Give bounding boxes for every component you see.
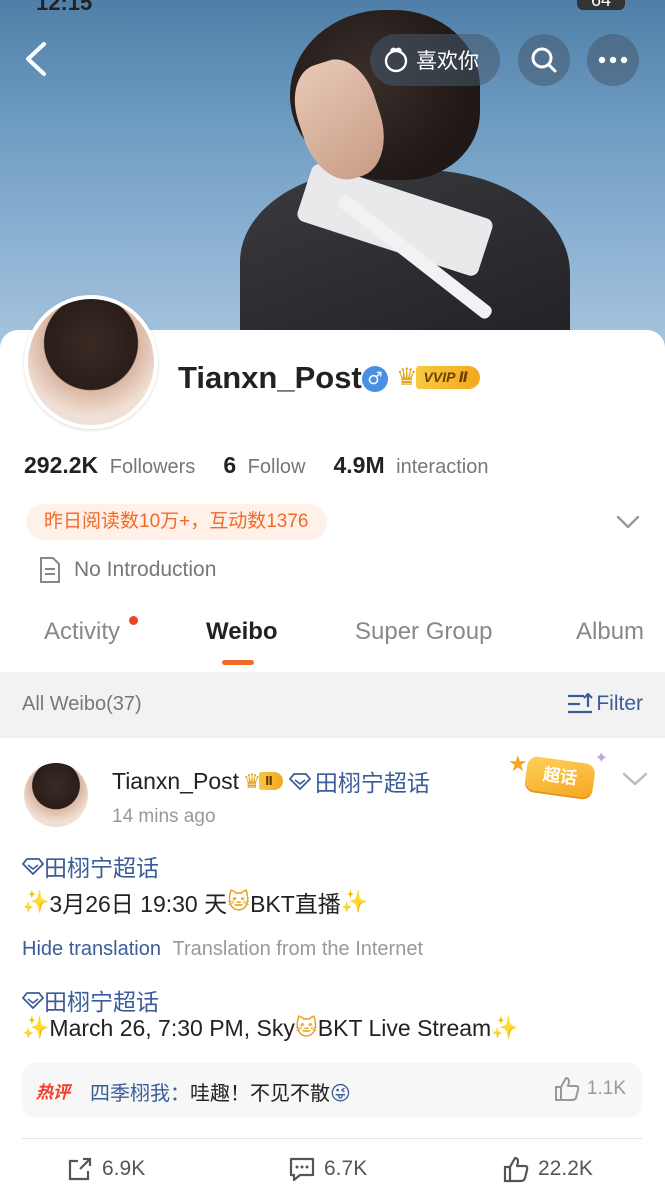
post-vip-badge[interactable]: ♛ Ⅱ: [243, 769, 283, 793]
status-time: 12:15: [36, 0, 93, 15]
tab-weibo[interactable]: Weibo: [206, 618, 278, 646]
post-vip-level: Ⅱ: [258, 772, 283, 790]
search-icon: [531, 47, 557, 73]
comment-button[interactable]: 6.7K: [288, 1155, 367, 1183]
translated-content-part1: March 26, 7:30 PM, Sky: [49, 1015, 295, 1041]
battery-indicator: 64: [577, 0, 625, 10]
chevron-down-icon[interactable]: [620, 766, 650, 792]
hot-comment-like-count: 1.1K: [586, 1078, 626, 1099]
post-username[interactable]: Tianxn_Post: [112, 768, 239, 795]
profile-intro: No Introduction: [38, 556, 216, 584]
post-content-part1: 3月26日 19:30 天: [49, 891, 228, 917]
follow-label: Follow: [247, 456, 306, 478]
profile-username: Tianxn_Post: [178, 360, 362, 395]
repost-button[interactable]: 6.9K: [66, 1155, 145, 1183]
translated-content: ✨ March 26, 7:30 PM, Sky 🐱 BKT Live Stre…: [22, 1015, 519, 1042]
like-count: 22.2K: [538, 1157, 593, 1180]
follow-count: 6: [223, 452, 237, 478]
post-header: Tianxn_Post ♛ Ⅱ 田栩宁超话: [112, 764, 430, 798]
like-button[interactable]: 22.2K: [502, 1155, 593, 1183]
reads-notice[interactable]: 昨日阅读数10万+，互动数1376: [26, 504, 327, 540]
followers-label: Followers: [109, 456, 196, 478]
super-topic-sticker[interactable]: ★ 超话 ✦: [508, 748, 608, 799]
active-tab-indicator: [222, 660, 254, 665]
more-dots-icon: [598, 56, 628, 64]
translation-row: Hide translation Translation from the In…: [22, 938, 423, 961]
profile-tabs: Activity Weibo Super Group Album: [0, 610, 665, 672]
interaction-label: interaction: [396, 456, 489, 478]
post-timestamp: 14 mins ago: [112, 806, 216, 827]
search-button[interactable]: [518, 34, 570, 86]
diamond-icon: [22, 992, 44, 1009]
tongue-emoji-icon: 😜: [330, 1083, 351, 1105]
sparkles-icon: ✨: [22, 889, 50, 915]
sparkles-icon: ✨: [340, 889, 369, 915]
filter-button[interactable]: Filter: [566, 691, 643, 717]
sparkles-icon: ✨: [491, 1016, 519, 1041]
intro-text: No Introduction: [74, 558, 217, 581]
back-button[interactable]: [20, 38, 56, 80]
share-icon: [68, 1157, 92, 1181]
star-icon: ★: [508, 752, 528, 777]
content-topic-link[interactable]: 田栩宁超话: [22, 849, 159, 883]
followers-count: 292.2K: [24, 452, 99, 478]
like-you-label: 喜欢你: [416, 50, 479, 73]
male-icon: ♂: [362, 366, 388, 392]
filter-label: Filter: [596, 692, 643, 715]
diamond-icon: [288, 773, 311, 790]
comment-icon: [289, 1157, 315, 1182]
crown-icon: ♛: [396, 363, 418, 391]
translated-topic-link[interactable]: 田栩宁超话: [22, 983, 159, 1017]
hot-comment-text: 四季栩我：哇趣！不见不散😜: [90, 1077, 351, 1106]
profile-stats: 292.2K Followers 6 Follow 4.9M interacti…: [24, 452, 516, 479]
tab-super-group[interactable]: Super Group: [355, 618, 492, 646]
more-options-button[interactable]: [587, 34, 639, 86]
vip-label: VVIP Ⅱ: [415, 365, 481, 389]
hot-comment-author[interactable]: 四季栩我：: [90, 1083, 190, 1105]
interaction-stat[interactable]: 4.9M interaction: [333, 452, 488, 479]
tab-album[interactable]: Album: [576, 618, 644, 646]
thumbs-up-icon: [554, 1077, 580, 1101]
hot-comment[interactable]: 热评 四季栩我：哇趣！不见不散😜 1.1K: [22, 1063, 642, 1117]
content-topic-text: 田栩宁超话: [44, 855, 159, 881]
filter-icon: [568, 692, 594, 714]
sparkles-icon: ✨: [22, 1016, 50, 1041]
post-avatar[interactable]: [24, 763, 88, 827]
thumbs-up-icon: [503, 1156, 529, 1183]
post-content-part2: BKT直播: [250, 891, 341, 917]
translated-content-part2: BKT Live Stream: [317, 1015, 492, 1041]
sparkle-icon: ✦: [594, 748, 608, 767]
tab-activity[interactable]: Activity: [44, 618, 120, 646]
translation-source: Translation from the Internet: [172, 938, 424, 960]
super-topic-label: 超话: [523, 755, 597, 799]
like-you-button[interactable]: 喜欢你: [370, 34, 500, 86]
hand-heart-icon: [384, 47, 408, 73]
vip-badge[interactable]: ♛ VVIP Ⅱ: [396, 362, 481, 392]
followers-stat[interactable]: 292.2K Followers: [24, 452, 195, 479]
hot-comment-like-button[interactable]: 1.1K: [553, 1076, 626, 1102]
post-topic-link[interactable]: 田栩宁超话: [315, 764, 430, 798]
hot-comment-tag: 热评: [36, 1083, 70, 1102]
cat-emoji-icon: 🐱: [227, 889, 251, 915]
repost-count: 6.9K: [102, 1157, 146, 1180]
activity-notification-dot: [129, 616, 138, 625]
diamond-icon: [22, 858, 44, 875]
chevron-left-icon: [26, 42, 46, 76]
profile-avatar[interactable]: [24, 295, 158, 429]
action-divider: [22, 1138, 642, 1139]
document-icon: [40, 557, 60, 583]
cat-emoji-icon: 🐱: [294, 1016, 318, 1041]
translated-topic-text: 田栩宁超话: [44, 989, 159, 1015]
hot-comment-message: 哇趣！不见不散: [190, 1083, 330, 1105]
status-bar: 12:15 64: [36, 0, 625, 16]
interaction-count: 4.9M: [333, 452, 385, 478]
comment-count: 6.7K: [324, 1157, 368, 1180]
post-content: ✨ 3月26日 19:30 天 🐱 BKT直播 ✨: [22, 885, 368, 919]
chevron-down-icon[interactable]: [614, 510, 642, 534]
feed-filter-bar: All Weibo(37) Filter: [0, 672, 665, 738]
follow-stat[interactable]: 6 Follow: [223, 452, 305, 479]
hide-translation-link[interactable]: Hide translation: [22, 938, 161, 960]
all-weibo-count[interactable]: All Weibo(37): [22, 693, 142, 716]
